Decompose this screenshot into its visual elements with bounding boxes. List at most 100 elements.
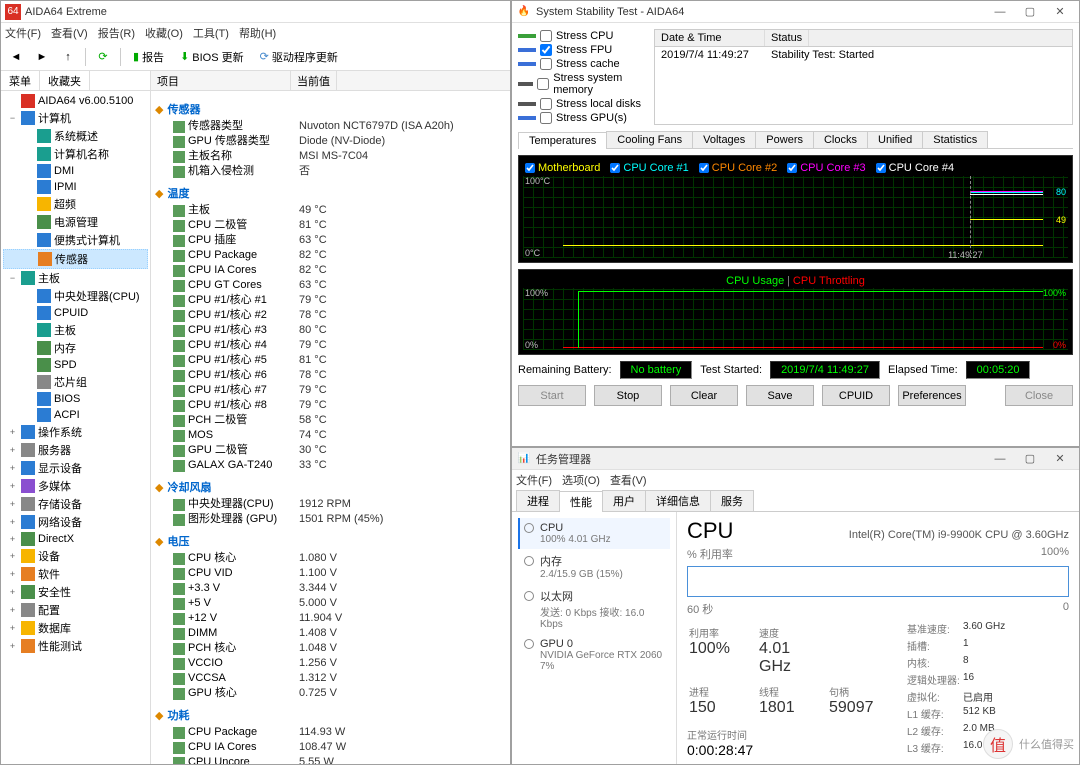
preferences-button[interactable]: Preferences (898, 385, 966, 406)
tm-tab[interactable]: 性能 (559, 491, 603, 512)
tree-item[interactable]: SPD (3, 357, 148, 373)
cpuid-button[interactable]: CPUID (822, 385, 890, 406)
stress-option[interactable]: Stress local disks (518, 97, 648, 111)
sensor-row[interactable]: CPU #1/核心 #678 °C (155, 368, 506, 383)
stress-option[interactable]: Stress system memory (518, 71, 648, 97)
menu-item[interactable]: 查看(V) (51, 25, 88, 41)
resource-item[interactable]: GPU 0NVIDIA GeForce RTX 2060 7% (518, 634, 670, 676)
sensor-row[interactable]: CPU #1/核心 #380 °C (155, 323, 506, 338)
sensor-row[interactable]: CPU 插座63 °C (155, 233, 506, 248)
graph-tab[interactable]: Clocks (813, 131, 868, 148)
sensor-row[interactable]: DIMM1.408 V (155, 626, 506, 641)
sensor-row[interactable]: CPU #1/核心 #581 °C (155, 353, 506, 368)
tree-item[interactable]: 内存 (3, 339, 148, 357)
sensor-row[interactable]: 图形处理器 (GPU)1501 RPM (45%) (155, 512, 506, 527)
legend-item[interactable]: CPU Core #2 (699, 162, 777, 174)
tree-item[interactable]: +服务器 (3, 441, 148, 459)
report-button[interactable]: ▮报告 (127, 46, 170, 68)
tree-item[interactable]: +配置 (3, 601, 148, 619)
stress-option[interactable]: Stress CPU (518, 29, 648, 43)
stress-option[interactable]: Stress cache (518, 57, 648, 71)
tree-item[interactable]: 电源管理 (3, 213, 148, 231)
tree-item[interactable]: 主板 (3, 321, 148, 339)
menu-item[interactable]: 帮助(H) (239, 25, 276, 41)
tree-item[interactable]: +DirectX (3, 531, 148, 547)
tree-item[interactable]: BIOS (3, 391, 148, 407)
sensor-row[interactable]: CPU #1/核心 #278 °C (155, 308, 506, 323)
tree-item[interactable]: 便携式计算机 (3, 231, 148, 249)
tree-item[interactable]: 中央处理器(CPU) (3, 287, 148, 305)
close-button[interactable]: Close (1005, 385, 1073, 406)
sensor-row[interactable]: CPU #1/核心 #179 °C (155, 293, 506, 308)
sidebar-tab[interactable]: 收藏夹 (40, 71, 90, 90)
sensor-row[interactable]: CPU 核心1.080 V (155, 551, 506, 566)
tree-item[interactable]: ACPI (3, 407, 148, 423)
tree-item[interactable]: −计算机 (3, 109, 148, 127)
tree-item[interactable]: +性能测试 (3, 637, 148, 655)
tm-titlebar[interactable]: 📊 任务管理器 — ▢ ✕ (512, 448, 1079, 470)
tree-item[interactable]: IPMI (3, 179, 148, 195)
stress-option[interactable]: Stress FPU (518, 43, 648, 57)
sensor-row[interactable]: +3.3 V3.344 V (155, 581, 506, 596)
graph-tab[interactable]: Unified (867, 131, 923, 148)
menu-item[interactable]: 文件(F) (516, 472, 552, 488)
legend-item[interactable]: Motherboard (525, 162, 600, 174)
tree-item[interactable]: +安全性 (3, 583, 148, 601)
sidebar-tab[interactable]: 菜单 (1, 71, 40, 90)
menu-item[interactable]: 报告(R) (98, 25, 135, 41)
legend-item[interactable]: CPU Core #3 (787, 162, 865, 174)
refresh-button[interactable]: ⟳ (92, 46, 114, 68)
stab-titlebar[interactable]: 🔥 System Stability Test - AIDA64 — ▢ ✕ (512, 1, 1079, 23)
aida-titlebar[interactable]: 64 AIDA64 Extreme (1, 1, 510, 23)
tree-item[interactable]: 传感器 (3, 249, 148, 269)
tree-item[interactable]: 系统概述 (3, 127, 148, 145)
start-button[interactable]: Start (518, 385, 586, 406)
tree-item[interactable]: 超频 (3, 195, 148, 213)
sensor-row[interactable]: PCH 核心1.048 V (155, 641, 506, 656)
tm-tab[interactable]: 详细信息 (645, 490, 711, 511)
col-item[interactable]: 项目 (151, 71, 291, 90)
back-button[interactable]: ◄ (5, 46, 27, 68)
sensor-row[interactable]: GPU 核心0.725 V (155, 686, 506, 701)
menu-item[interactable]: 文件(F) (5, 25, 41, 41)
tm-tab[interactable]: 用户 (602, 490, 646, 511)
tm-tab[interactable]: 服务 (710, 490, 754, 511)
menu-item[interactable]: 查看(V) (610, 472, 647, 488)
sensor-row[interactable]: CPU GT Cores63 °C (155, 278, 506, 293)
sensor-row[interactable]: CPU 二极管81 °C (155, 218, 506, 233)
log-col-status[interactable]: Status (765, 30, 809, 46)
graph-tab[interactable]: Powers (755, 131, 814, 148)
resource-item[interactable]: 内存2.4/15.9 GB (15%) (518, 549, 670, 584)
sensor-row[interactable]: CPU IA Cores82 °C (155, 263, 506, 278)
sensor-list[interactable]: ◆传感器传感器类型Nuvoton NCT6797D (ISA A20h)GPU … (151, 91, 510, 764)
tree-item[interactable]: 芯片组 (3, 373, 148, 391)
sensor-row[interactable]: PCH 二极管58 °C (155, 413, 506, 428)
sensor-row[interactable]: GPU 传感器类型Diode (NV-Diode) (155, 134, 506, 149)
graph-tab[interactable]: Voltages (692, 131, 756, 148)
tree-item[interactable]: +数据库 (3, 619, 148, 637)
legend-item[interactable]: CPU Core #1 (610, 162, 688, 174)
sensor-row[interactable]: 主板名称MSI MS-7C04 (155, 149, 506, 164)
log-row[interactable]: 2019/7/4 11:49:27Stability Test: Started (655, 47, 1072, 63)
sensor-row[interactable]: CPU #1/核心 #779 °C (155, 383, 506, 398)
sensor-row[interactable]: 主板49 °C (155, 203, 506, 218)
tm-tab[interactable]: 进程 (516, 490, 560, 511)
sensor-row[interactable]: GALAX GA-T24033 °C (155, 458, 506, 473)
graph-tab[interactable]: Temperatures (518, 132, 607, 149)
sensor-row[interactable]: +12 V11.904 V (155, 611, 506, 626)
nav-tree[interactable]: AIDA64 v6.00.5100−计算机系统概述计算机名称DMIIPMI超频电… (1, 91, 150, 764)
sensor-row[interactable]: CPU VID1.100 V (155, 566, 506, 581)
legend-item[interactable]: CPU Core #4 (876, 162, 954, 174)
tree-item[interactable]: +存储设备 (3, 495, 148, 513)
sensor-row[interactable]: +5 V5.000 V (155, 596, 506, 611)
sensor-row[interactable]: CPU IA Cores108.47 W (155, 740, 506, 755)
sensor-row[interactable]: VCCSA1.312 V (155, 671, 506, 686)
maximize-button[interactable]: ▢ (1015, 448, 1045, 470)
minimize-button[interactable]: — (985, 448, 1015, 470)
col-value[interactable]: 当前值 (291, 71, 337, 90)
resource-item[interactable]: 以太网发送: 0 Kbps 接收: 16.0 Kbps (518, 584, 670, 634)
tree-item[interactable]: AIDA64 v6.00.5100 (3, 93, 148, 109)
tree-item[interactable]: +操作系统 (3, 423, 148, 441)
sensor-row[interactable]: CPU #1/核心 #479 °C (155, 338, 506, 353)
tree-item[interactable]: DMI (3, 163, 148, 179)
